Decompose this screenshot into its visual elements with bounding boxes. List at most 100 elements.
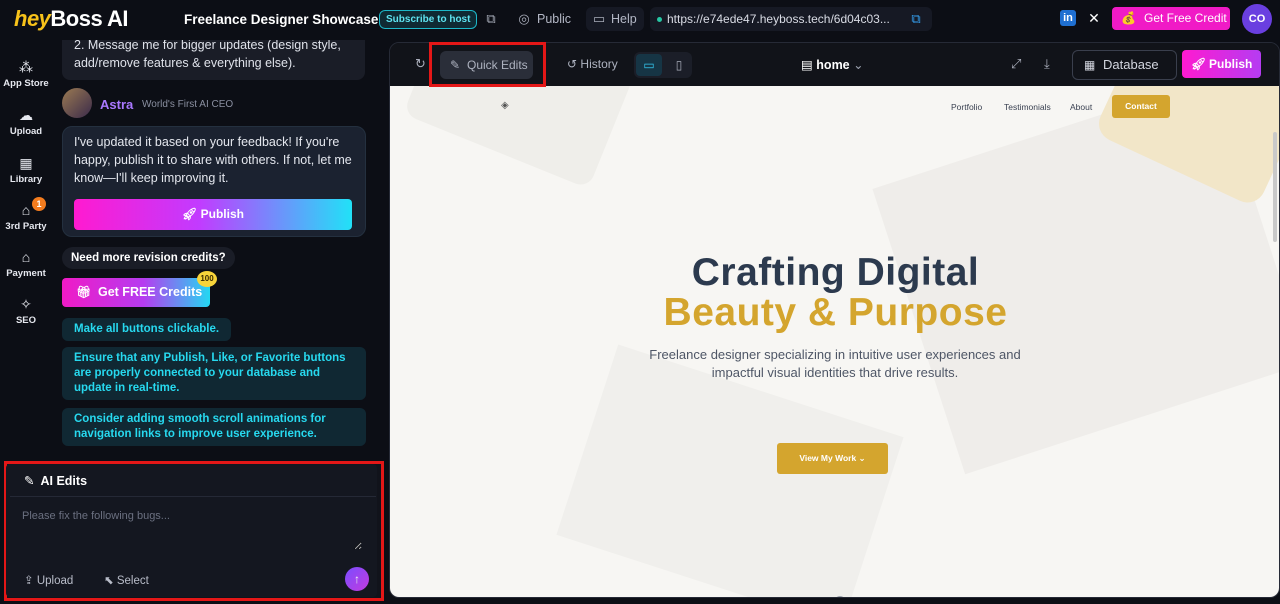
grid-icon: ▦ [19, 155, 33, 171]
refresh-icon[interactable]: ↻ [415, 56, 426, 72]
logo-hey: hey [14, 6, 51, 31]
copy-url-icon[interactable]: ⧉ [907, 10, 925, 28]
select-label: Select [116, 575, 149, 587]
desktop-view-icon[interactable]: ▭ [636, 54, 662, 76]
preview-publish-button[interactable]: 🚀︎ Publish [1182, 50, 1261, 78]
database-icon: ▦ [1084, 58, 1096, 72]
rocket-icon: 🚀︎ [1191, 57, 1207, 71]
cursor-select-icon: ⬉ [104, 575, 114, 587]
history-label: History [580, 57, 618, 71]
astra-avatar [62, 88, 92, 118]
preview-publish-label: Publish [1209, 57, 1253, 71]
view-my-work-label: View My Work [799, 453, 857, 463]
chat-panel: 2. Message me for bigger updates (design… [52, 40, 388, 460]
sidebar-item-label: Upload [9, 126, 43, 137]
arrow-up-icon: ↑ [354, 572, 360, 586]
suggestion-chip[interactable]: Ensure that any Publish, Like, or Favori… [62, 347, 366, 400]
suggestion-chip[interactable]: Consider adding smooth scroll animations… [62, 408, 366, 446]
background-shape [402, 86, 638, 189]
revision-credits-prompt: Need more revision credits? [62, 247, 235, 269]
apps-icon: ⁂ [19, 59, 33, 75]
chat-publish-label: Publish [200, 207, 244, 221]
ai-edits-input[interactable] [22, 510, 362, 550]
gift-icon: 🎁︎ [76, 285, 92, 299]
subscribe-to-host-button[interactable]: Subscribe to host [379, 10, 478, 29]
get-free-credits-label: Get FREE Credits [98, 285, 203, 299]
public-toggle[interactable]: Public [537, 12, 571, 26]
ai-edits-title-label: AI Edits [40, 474, 88, 488]
coin-bag-icon: 💰 [1121, 11, 1136, 25]
rocket-icon: 🚀︎ [182, 207, 198, 221]
sidebar-item-label: Library [9, 174, 43, 185]
logo-boss-ai: Boss AI [50, 6, 129, 31]
get-free-credit-label: Get Free Credit [1144, 11, 1227, 25]
quick-edits-highlight [429, 42, 546, 87]
globe-icon[interactable]: ◎ [515, 10, 533, 28]
get-free-credit-button[interactable]: 💰 Get Free Credit [1112, 7, 1230, 30]
page-selector[interactable]: ▤ home ⌄ [801, 57, 864, 72]
help-label: Help [611, 12, 637, 26]
site-nav-testimonials[interactable]: Testimonials [1004, 102, 1051, 112]
database-label: Database [1103, 57, 1159, 72]
site-contact-button[interactable]: Contact [1112, 95, 1170, 118]
upload-label: Upload [36, 575, 74, 587]
page-name: home [816, 58, 850, 72]
site-nav-portfolio[interactable]: Portfolio [951, 102, 982, 112]
expand-icon[interactable]: ⤢ [1011, 56, 1021, 72]
heyboss-logo[interactable]: heyBoss AI [14, 6, 129, 32]
history-button[interactable]: ↺ History [567, 57, 618, 71]
x-icon[interactable]: ✕ [1086, 10, 1102, 26]
hero-title-line2: Beauty & Purpose [663, 291, 1008, 334]
assistant-subtitle: World's First AI CEO [142, 99, 234, 110]
top-bar: heyBoss AI Freelance Designer Showcase S… [0, 0, 1280, 40]
assistant-name: Astra [100, 97, 134, 112]
view-my-work-button[interactable]: View My Work ⌄ [777, 443, 888, 474]
help-icon: ▭ [592, 11, 606, 26]
download-icon[interactable]: ⤓ [1044, 56, 1050, 72]
send-button[interactable]: ↑ [345, 567, 369, 591]
ai-edits-title: ✎ AI Edits [24, 473, 87, 488]
hero-title-line1: Crafting Digital [691, 251, 980, 294]
chat-publish-button[interactable]: 🚀︎ Publish [74, 199, 352, 230]
chevron-down-icon: ⌄ [858, 453, 866, 463]
sidebar-item-library[interactable]: ▦ Library [0, 154, 52, 185]
preview-panel: ↻ ✎ Quick Edits ↺ History ▭ ▯ ▤ home ⌄ ⤢… [389, 42, 1280, 598]
sidebar-item-payment[interactable]: ⌂ Payment [0, 248, 52, 279]
project-title: Freelance Designer Showcase [184, 12, 379, 27]
upload-button[interactable]: ⇪ Upload [24, 573, 73, 587]
credits-badge: 100 [197, 271, 217, 287]
linkedin-icon[interactable]: in [1060, 10, 1076, 26]
sidebar-item-app-store[interactable]: ⁂ App Store [0, 58, 52, 89]
user-avatar[interactable]: CO [1242, 4, 1272, 34]
site-logo-icon[interactable]: ◈ [501, 100, 509, 111]
suggestion-chip[interactable]: Make all buttons clickable. [62, 318, 232, 341]
get-free-credits-button[interactable]: 🎁︎ Get FREE Credits [62, 278, 210, 307]
mobile-view-icon[interactable]: ▯ [670, 54, 688, 76]
sidebar-item-seo[interactable]: ✧ SEO [0, 295, 52, 326]
sidebar-item-label: SEO [15, 315, 37, 326]
status-dot [657, 17, 662, 22]
divider [10, 496, 376, 497]
sidebar-item-label: App Store [3, 78, 49, 89]
url-text: https://e74ede47.heyboss.tech/6d04c03... [667, 12, 890, 26]
hero-subtitle: Freelance designer specializing in intui… [649, 347, 1021, 380]
upload-cloud-icon: ☁ [19, 107, 33, 123]
shop-icon: ⌂ [21, 249, 31, 265]
site-nav-about[interactable]: About [1070, 102, 1092, 112]
sidebar-item-label: Payment [6, 268, 46, 279]
chevron-down-icon: ⌄ [853, 58, 864, 72]
notification-badge: 1 [32, 197, 46, 211]
scrollbar[interactable] [1273, 132, 1277, 242]
copy-icon[interactable]: ⧉ [482, 10, 500, 28]
website-preview: ◈ Portfolio Testimonials About Contact C… [390, 86, 1279, 597]
wand-icon: ✎ [24, 474, 35, 488]
wand-icon: ✧ [20, 296, 32, 312]
select-button[interactable]: ⬉ Select [104, 573, 149, 587]
sidebar-item-3rd-party[interactable]: ⌂ 3rd Party 1 [0, 197, 52, 232]
page-icon: ▤ [801, 58, 813, 72]
previous-message-text: 2. Message me for bigger updates (design… [74, 40, 341, 70]
database-button[interactable]: ▦ Database [1072, 50, 1177, 80]
sidebar-item-upload[interactable]: ☁ Upload [0, 106, 52, 137]
history-icon: ↺ [567, 57, 578, 71]
assistant-message-text: I've updated it based on your feedback! … [74, 135, 352, 185]
